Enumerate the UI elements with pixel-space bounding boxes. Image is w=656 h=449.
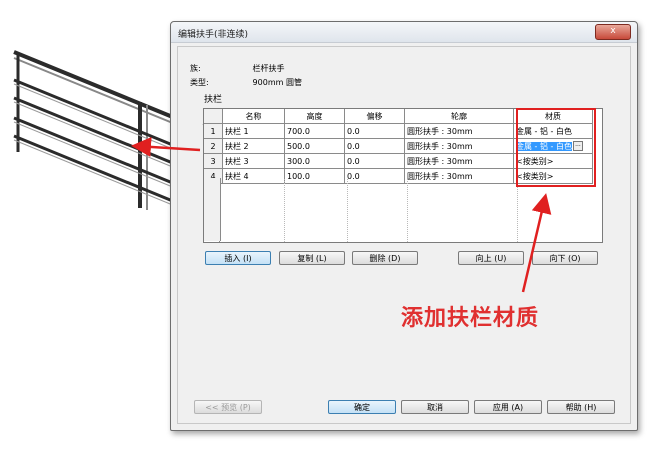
move-down-button[interactable]: 向下 (O) xyxy=(532,251,598,265)
move-up-button[interactable]: 向上 (U) xyxy=(458,251,524,265)
cell-height[interactable]: 700.0 xyxy=(284,123,345,139)
header-profile[interactable]: 轮廓 xyxy=(404,109,514,124)
grid-column-line xyxy=(347,179,348,242)
family-row: 族: 栏杆扶手 xyxy=(190,63,285,74)
cell-profile[interactable]: 圆形扶手 : 30mm xyxy=(404,123,514,139)
rails-group-label: 扶栏 xyxy=(202,92,225,105)
row-index: 1 xyxy=(204,123,223,139)
cell-name[interactable]: 扶栏 2 xyxy=(222,138,285,154)
grid-column-line xyxy=(407,179,408,242)
cell-offset[interactable]: 0.0 xyxy=(344,138,405,154)
header-offset[interactable]: 偏移 xyxy=(344,109,405,124)
cancel-button[interactable]: 取消 xyxy=(401,400,469,414)
close-icon: x xyxy=(610,26,616,36)
cell-profile[interactable]: 圆形扶手 : 30mm xyxy=(404,138,514,154)
close-button[interactable]: x xyxy=(595,24,631,40)
type-row: 类型: 900mm 圆管 xyxy=(190,77,302,88)
grid-column-line xyxy=(284,179,285,242)
delete-button[interactable]: 删除 (D) xyxy=(352,251,418,265)
grid-column-line xyxy=(517,179,518,242)
header-height[interactable]: 高度 xyxy=(284,109,345,124)
dialog-title: 编辑扶手(非连续) xyxy=(178,30,249,40)
help-button[interactable]: 帮助 (H) xyxy=(547,400,615,414)
row-index: 3 xyxy=(204,153,223,169)
cell-profile[interactable]: 圆形扶手 : 30mm xyxy=(404,153,514,169)
cell-name[interactable]: 扶栏 4 xyxy=(222,168,285,184)
copy-button[interactable]: 复制 (L) xyxy=(279,251,345,265)
cell-offset[interactable]: 0.0 xyxy=(344,123,405,139)
row-index-gutter xyxy=(204,178,221,241)
annotation-caption: 添加扶栏材质 xyxy=(401,306,540,331)
cell-offset[interactable]: 0.0 xyxy=(344,153,405,169)
family-label: 族: xyxy=(190,64,201,73)
insert-button[interactable]: 插入 (I) xyxy=(205,251,271,265)
family-value: 栏杆扶手 xyxy=(252,64,285,73)
material-column-highlight xyxy=(516,108,596,187)
cell-name[interactable]: 扶栏 1 xyxy=(222,123,285,139)
preview-button[interactable]: << 预览 (P) xyxy=(194,400,262,414)
cell-height[interactable]: 100.0 xyxy=(284,168,345,184)
apply-button[interactable]: 应用 (A) xyxy=(474,400,542,414)
dialog-titlebar: 编辑扶手(非连续) x xyxy=(171,22,637,43)
cell-profile[interactable]: 圆形扶手 : 30mm xyxy=(404,168,514,184)
type-value: 900mm 圆管 xyxy=(252,78,302,87)
ok-button[interactable]: 确定 xyxy=(328,400,396,414)
row-index-header xyxy=(204,109,223,124)
cell-name[interactable]: 扶栏 3 xyxy=(222,153,285,169)
cell-height[interactable]: 300.0 xyxy=(284,153,345,169)
cell-offset[interactable]: 0.0 xyxy=(344,168,405,184)
row-index: 2 xyxy=(204,138,223,154)
type-label: 类型: xyxy=(190,78,209,87)
header-name[interactable]: 名称 xyxy=(222,109,285,124)
cell-height[interactable]: 500.0 xyxy=(284,138,345,154)
